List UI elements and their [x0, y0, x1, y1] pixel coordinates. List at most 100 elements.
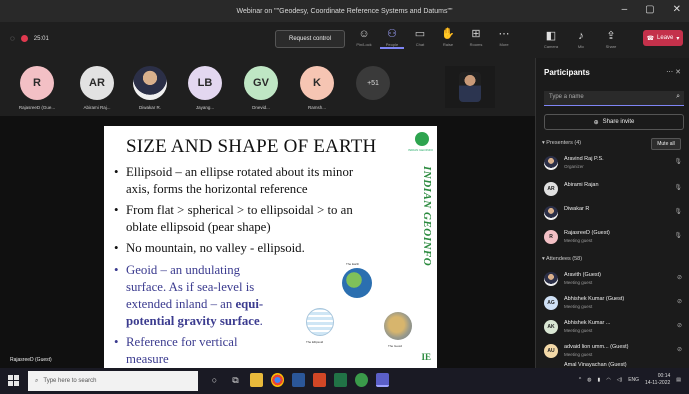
volume-icon[interactable]: ◁)	[617, 377, 623, 383]
participant-role: Meeting guest	[564, 304, 593, 309]
bullet-no-mountain: • No mountain, no valley - ellipsoid.	[114, 241, 305, 255]
maximize-icon[interactable]: ▢	[645, 4, 654, 15]
presenters-section-header[interactable]: ▾ Presenters (4)	[542, 140, 581, 146]
toolbar-button-more[interactable]: ⋯ More	[492, 26, 516, 49]
earth-shapes-figure: The Earth The Ellipsoid The Geoid	[294, 254, 429, 354]
close-icon[interactable]: ✕	[673, 4, 681, 15]
toolbar-buttons: ☺ Pin/Lock ⚇ People ▭ Chat ✋ Raise ⊞ Rooms ⋯ M…	[352, 26, 516, 49]
chevron-up-icon[interactable]: ^	[579, 377, 581, 383]
participant-row[interactable]: Aravith (Guest) Meeting guest ⊘	[544, 270, 684, 292]
bullet-bold-text: equi-	[235, 297, 264, 311]
phone-icon: ☎	[646, 35, 655, 42]
participant-row[interactable]: AK Abhishek Kumar ... Meeting guest ⊘	[544, 318, 684, 340]
camera-button[interactable]: ◧ Camera	[539, 28, 563, 49]
participant-avatar[interactable]: AR	[80, 66, 114, 100]
avatar: R	[544, 230, 558, 244]
participant-row[interactable]: Diwakar R 🎙	[544, 204, 684, 226]
window-controls: – ▢ ✕	[622, 4, 681, 15]
participant-row[interactable]: R RajasreeD (Guest) Meeting guest 🎙	[544, 228, 684, 250]
window-titlebar: Webinar on ""Geodesy, Coordinate Referen…	[0, 0, 689, 22]
toolbar-button-people[interactable]: ⚇ People	[380, 26, 404, 49]
bullet-text: axis, forms the horizontal reference	[126, 182, 308, 196]
wifi-icon[interactable]: ◠	[606, 377, 610, 383]
invite-icon: ⊕	[593, 119, 599, 126]
self-video-tile[interactable]	[445, 66, 495, 108]
minimize-icon[interactable]: –	[622, 4, 628, 15]
participant-row[interactable]: AU advaid lion umm... (Guest) Meeting gu…	[544, 342, 684, 364]
taskbar-search-input[interactable]: ⌕ Type here to search	[28, 371, 198, 391]
file-explorer-icon[interactable]	[250, 373, 263, 387]
participant-row[interactable]: AG Abhishek Kumar (Guest) Meeting guest …	[544, 294, 684, 316]
globe-caption: The Earth	[346, 262, 360, 266]
search-icon: ⌕	[35, 377, 39, 384]
attendees-section-header[interactable]: ▾ Attendees (58)	[542, 256, 582, 262]
toolbar-button-label: Pin/Lock	[356, 42, 372, 47]
meeting-status: ◌ 25:01	[10, 34, 49, 43]
participant-avatar[interactable]: GV	[244, 66, 278, 100]
mute-all-button[interactable]: Mute all	[651, 138, 681, 150]
windows-start-icon[interactable]	[8, 375, 19, 386]
toolbar-button-rooms[interactable]: ⊞ Rooms	[464, 26, 488, 49]
search-placeholder: Type here to search	[43, 378, 97, 384]
participant-avatar[interactable]: K	[300, 66, 334, 100]
mic-label: Mic	[577, 44, 585, 49]
shield-icon: ◌	[10, 34, 15, 43]
participant-name: Dnevid...	[252, 105, 270, 110]
mic-off-icon: ⊘	[676, 347, 682, 353]
toolbar-button-label: Rooms	[469, 42, 483, 47]
bullet-vertical-reference: • Reference for vertical measure	[114, 335, 238, 366]
bullet-text: Geoid – an undulating	[126, 263, 241, 277]
participant-avatar[interactable]: R	[20, 66, 54, 100]
logo-caption: INDIAN GEOINFO	[408, 148, 433, 152]
toolbar-button-raise[interactable]: ✋ Raise	[436, 26, 460, 49]
participant-row[interactable]: AR Abirami Rajan 🎙	[544, 180, 684, 202]
task-view-icon[interactable]: ⧉	[229, 373, 242, 387]
participant-avatar[interactable]	[133, 66, 167, 100]
participant-row[interactable]: Aravind Raj P.S. Organizer 🎙	[544, 154, 684, 176]
share-label: Share	[605, 44, 617, 49]
participants-panel: Participants ⋯ ✕ Type a name ⌕ ⊕ Share i…	[535, 58, 689, 368]
avatar-initials: LB	[197, 77, 213, 89]
camera-icon: ◧	[545, 30, 557, 42]
toolbar-button-chat[interactable]: ▭ Chat	[408, 26, 432, 49]
chrome-icon[interactable]	[271, 373, 284, 387]
cortana-icon[interactable]: ○	[208, 373, 221, 387]
meeting-toolbar: ◌ 25:01 Request control ☺ Pin/Lock ⚇ Peopl…	[0, 22, 535, 58]
request-control-button[interactable]: Request control	[275, 30, 345, 48]
teams-icon[interactable]	[376, 373, 389, 387]
taskbar-clock[interactable]: 00:14 14-11-2022	[645, 373, 670, 387]
powerpoint-icon[interactable]	[313, 373, 326, 387]
more-icon[interactable]: ⋯	[666, 69, 673, 76]
mic-off-icon: ⊘	[676, 299, 682, 305]
excel-icon[interactable]	[334, 373, 347, 387]
participant-name: Ramsh...	[307, 105, 326, 110]
more-participants-button[interactable]: +51	[356, 66, 390, 100]
participant-name: RajasreeD (Guest)	[564, 230, 610, 236]
camera-label: Camera	[543, 44, 559, 49]
close-icon[interactable]: ✕	[675, 69, 681, 76]
recording-icon	[20, 35, 28, 42]
word-icon[interactable]	[292, 373, 305, 387]
participant-search-input[interactable]: Type a name ⌕	[544, 91, 684, 106]
rooms-icon: ⊞	[471, 28, 481, 40]
participant-name: Diwakar R	[564, 206, 590, 212]
notification-icon[interactable]: ▤	[676, 377, 681, 383]
leave-button[interactable]: ☎ Leave ▾	[643, 30, 683, 46]
share-invite-button[interactable]: ⊕ Share invite	[544, 114, 684, 130]
language-indicator[interactable]: ENG	[628, 377, 639, 383]
panel-header-icons: ⋯ ✕	[666, 68, 681, 76]
toolbar-button-reactions[interactable]: ☺ Pin/Lock	[352, 26, 376, 49]
more-icon: ⋯	[498, 28, 510, 40]
participant-avatar[interactable]: LB	[188, 66, 222, 100]
mic-button[interactable]: ♪ Mic	[569, 28, 593, 49]
share-button[interactable]: ⇪ Share	[599, 28, 623, 49]
avatar: AG	[544, 296, 558, 310]
bullet-bold-text: potential gravity surface	[126, 314, 260, 328]
network-icon[interactable]: ◍	[587, 377, 591, 383]
avatar	[544, 156, 558, 170]
edge-icon[interactable]	[355, 373, 368, 387]
battery-icon[interactable]: ▮	[598, 377, 601, 383]
avatar-initials: R	[33, 77, 41, 89]
bullet-text: Reference for vertical	[126, 335, 238, 349]
avatar: AR	[544, 182, 558, 196]
